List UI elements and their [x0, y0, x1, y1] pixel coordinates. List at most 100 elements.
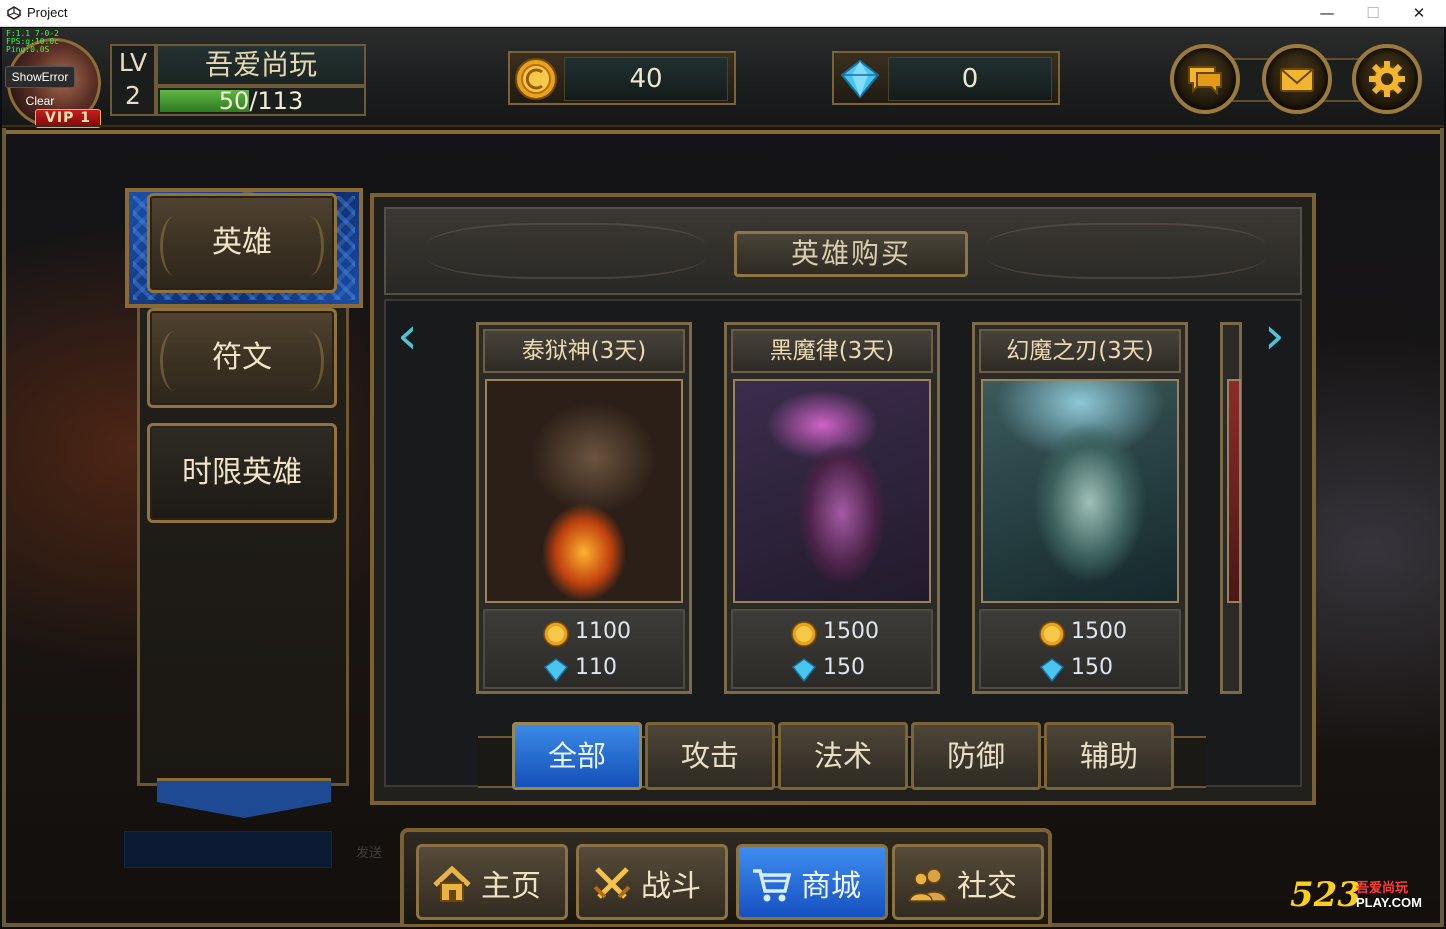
hero-portrait — [1227, 379, 1241, 603]
level-value: 2 — [125, 81, 141, 110]
chat-button[interactable] — [1170, 44, 1240, 114]
flame-ornament — [160, 216, 190, 276]
debug-line: Ping:0.0S — [6, 45, 50, 54]
close-button[interactable]: ✕ — [1396, 0, 1442, 27]
gold-price-row: 1500 — [733, 617, 931, 649]
gem-display: 0 — [832, 51, 1060, 105]
header-ornament — [986, 223, 1266, 279]
shop-title: 英雄购买 — [734, 231, 968, 277]
hero-card[interactable]: 幻魔之刃(3天) 1500 150 — [972, 322, 1188, 694]
hero-price: 1500 150 — [979, 609, 1181, 689]
top-bar: F:1.1 7-0-2 FPS:g:10.0c Ping:0.0S ShowEr… — [2, 28, 1444, 134]
gem-price-row: 150 — [981, 653, 1179, 685]
level-label: LV — [118, 48, 148, 77]
player-name: 吾爱尚玩 — [156, 44, 366, 86]
xp-current: 50 — [218, 87, 250, 115]
nav-shop-label: 商城 — [801, 869, 861, 904]
shopping-cart-icon — [753, 869, 792, 902]
home-icon — [433, 865, 471, 902]
hero-name: 泰狱神(3天) — [483, 329, 685, 373]
gold-price: 1500 — [823, 619, 879, 644]
tab-attack[interactable]: 攻击 — [645, 722, 775, 790]
header-ornament — [426, 223, 706, 279]
hero-name: 黑魔律(3天) — [731, 329, 933, 373]
nav-home-button[interactable]: 主页 — [416, 844, 568, 920]
chat-input[interactable] — [124, 831, 332, 868]
tab-defense[interactable]: 防御 — [911, 722, 1041, 790]
menu-runes-button[interactable]: 符文 — [147, 308, 337, 408]
hero-portrait — [733, 379, 931, 603]
hero-name: 幻魔之刃(3天) — [979, 329, 1181, 373]
nav-social-button[interactable]: 社交 — [892, 844, 1044, 920]
nav-battle-label: 战斗 — [641, 869, 701, 904]
diamond-icon — [838, 57, 882, 101]
diamond-icon — [791, 658, 817, 683]
nav-shop-button[interactable]: 商城 — [736, 844, 888, 920]
xp-text: 50/113 — [158, 88, 364, 114]
hero-portrait — [485, 379, 683, 603]
bottom-nav: 主页 战斗 商城 社交 — [400, 828, 1052, 927]
tab-all[interactable]: 全部 — [512, 722, 642, 790]
watermark-cn: 吾爱尚玩 — [1356, 881, 1409, 896]
gem-price-row: 150 — [733, 653, 931, 685]
level-box: LV 2 — [110, 44, 156, 116]
tab-support[interactable]: 辅助 — [1044, 722, 1174, 790]
gem-amount: 0 — [888, 57, 1052, 101]
site-watermark: 523 吾爱尚玩 PLAY.COM — [1290, 875, 1440, 921]
flame-ornament — [160, 331, 190, 391]
chat-bubble-icon — [1188, 66, 1222, 96]
shop-header: 英雄购买 — [384, 207, 1302, 295]
watermark-en: PLAY.COM — [1356, 895, 1422, 910]
game-viewport: F:1.1 7-0-2 FPS:g:10.0c Ping:0.0S ShowEr… — [2, 28, 1444, 927]
diamond-icon — [1039, 658, 1065, 683]
menu-heroes-label: 英雄 — [212, 225, 272, 260]
nav-home-label: 主页 — [481, 869, 541, 904]
carousel-next-arrow[interactable]: › — [1264, 310, 1285, 362]
hero-card-partial[interactable] — [1220, 322, 1242, 694]
menu-heroes-button[interactable]: 英雄 — [147, 193, 337, 293]
unity-icon — [7, 6, 21, 20]
hero-portrait — [981, 379, 1179, 603]
gem-price-row: 110 — [485, 653, 683, 685]
hero-price: 1500 150 — [731, 609, 933, 689]
flame-ornament — [294, 331, 324, 391]
crossed-swords-icon — [593, 867, 631, 899]
gold-display: 40 — [508, 51, 736, 105]
mail-icon — [1280, 68, 1314, 92]
gem-price: 110 — [575, 655, 617, 680]
gem-price: 150 — [823, 655, 865, 680]
mail-button[interactable] — [1262, 44, 1332, 114]
xp-bar: 50/113 — [156, 86, 366, 116]
app-root: Project — ☐ ✕ F:1.1 7-0-2 FPS:g:10.0c Pi… — [0, 0, 1446, 929]
gold-price: 1500 — [1071, 619, 1127, 644]
window-titlebar: Project — ☐ ✕ — [0, 0, 1446, 27]
hero-card[interactable]: 黑魔律(3天) 1500 150 — [724, 322, 940, 694]
menu-runes-label: 符文 — [212, 340, 272, 375]
gem-price: 150 — [1071, 655, 1113, 680]
gold-coin-icon — [514, 57, 558, 101]
debug-overlay: F:1.1 7-0-2 FPS:g:10.0c Ping:0.0S — [6, 30, 59, 54]
menu-limited-heroes-button[interactable]: 时限英雄 — [147, 423, 337, 523]
users-icon — [909, 868, 947, 902]
show-error-button[interactable]: ShowError — [5, 66, 75, 88]
nav-battle-button[interactable]: 战斗 — [576, 844, 728, 920]
gear-icon — [1369, 61, 1405, 97]
maximize-button[interactable]: ☐ — [1350, 0, 1396, 27]
diamond-icon — [543, 658, 569, 683]
vip-badge: VIP 1 — [35, 109, 101, 128]
gold-coin-icon — [1039, 621, 1065, 647]
gold-price-row: 1100 — [485, 617, 683, 649]
menu-limited-heroes-label: 时限英雄 — [182, 455, 302, 490]
tab-magic[interactable]: 法术 — [778, 722, 908, 790]
category-tabs: 全部 攻击 法术 防御 辅助 — [478, 722, 1206, 792]
hero-card[interactable]: 泰狱神(3天) 1100 110 — [476, 322, 692, 694]
minimize-button[interactable]: — — [1304, 0, 1350, 27]
watermark-number: 523 — [1290, 875, 1361, 915]
side-menu-banner-tail — [157, 778, 331, 818]
settings-button[interactable] — [1352, 44, 1422, 114]
nav-social-label: 社交 — [957, 869, 1017, 904]
hero-price: 1100 110 — [483, 609, 685, 689]
gold-coin-icon — [791, 621, 817, 647]
carousel-prev-arrow[interactable]: ‹ — [397, 310, 418, 362]
chat-send-button[interactable]: 发送 — [356, 842, 382, 861]
